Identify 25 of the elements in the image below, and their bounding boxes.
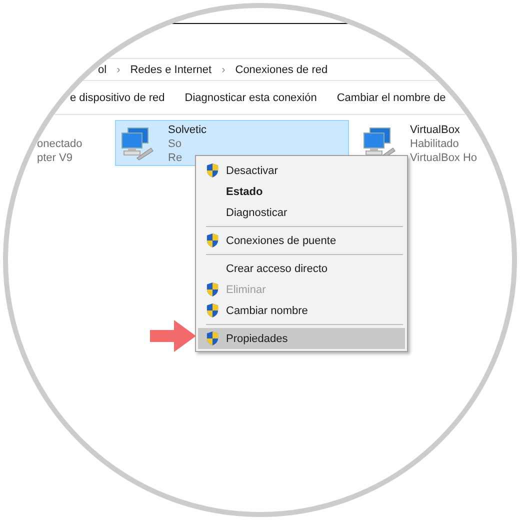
breadcrumb-separator: › — [222, 64, 226, 76]
connection-status: Habilitado — [410, 137, 460, 151]
menu-item[interactable]: Cambiar nombre — [198, 300, 405, 321]
breadcrumb-item[interactable]: Conexiones de red — [235, 64, 328, 76]
connection-device: pter V9 — [37, 151, 74, 165]
menu-item[interactable]: Propiedades — [198, 328, 405, 349]
menu-item[interactable]: Conexiones de puente — [198, 230, 405, 251]
menu-item[interactable]: Crear acceso directo — [198, 258, 405, 279]
menu-item[interactable]: Estado — [198, 181, 405, 202]
connection-status: So — [168, 137, 182, 151]
connection-device: Re — [168, 151, 184, 165]
breadcrumb-item[interactable]: Redes e Internet — [130, 64, 212, 76]
toolbar-button[interactable]: Cambiar el nombre de — [336, 92, 446, 104]
breadcrumb-item[interactable]: ol — [98, 64, 107, 76]
connection-item[interactable]: onectado pter V9 — [8, 120, 115, 166]
connection-name: VirtualBox — [410, 123, 461, 137]
connection-name: Solvetic — [168, 123, 207, 137]
menu-item[interactable]: Diagnosticar — [198, 202, 405, 223]
connection-status: onectado — [37, 137, 82, 151]
toolbar-button[interactable]: Diagnosticar esta conexión — [184, 92, 317, 104]
breadcrumb-separator: › — [116, 64, 120, 76]
arrow-icon — [150, 320, 196, 352]
connection-device: VirtualBox Ho — [410, 151, 478, 165]
toolbar-button[interactable]: e dispositivo de red — [70, 92, 165, 104]
network-computer-icon — [119, 126, 155, 162]
